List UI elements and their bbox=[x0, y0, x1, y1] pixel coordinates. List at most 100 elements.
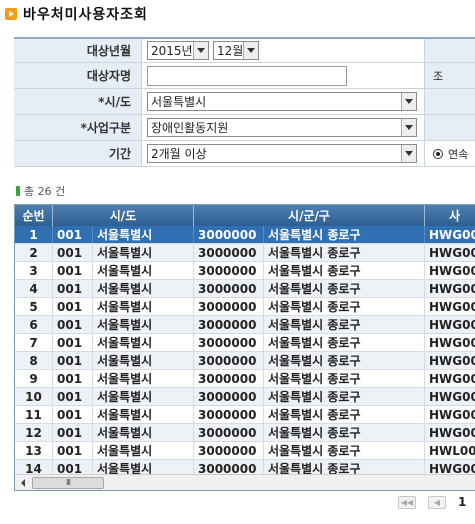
chevron-down-icon[interactable] bbox=[193, 42, 208, 59]
result-count: 총 26 건 bbox=[16, 183, 65, 199]
cell-sigungu-code: 3000000 bbox=[194, 370, 264, 387]
grid-header: 순번 시/도 시/군/구 사 bbox=[15, 205, 475, 226]
name-label: 대상자명 bbox=[14, 63, 142, 88]
current-page-number[interactable]: 1 bbox=[458, 495, 466, 509]
cell-business-code: HWG001 bbox=[425, 298, 475, 315]
cell-business-code: HWG001 bbox=[425, 352, 475, 369]
cell-business-code: HWG001 bbox=[425, 262, 475, 279]
horizontal-scrollbar[interactable]: III bbox=[15, 474, 475, 490]
consecutive-radio-label: 연속 bbox=[448, 147, 469, 161]
cell-sido-name: 서울특별시 bbox=[93, 442, 194, 459]
cell-sido-code: 001 bbox=[53, 334, 93, 351]
form-row-year-month: 대상년월 2015년 12월 bbox=[14, 37, 475, 63]
cell-business-code: HWG001 bbox=[425, 388, 475, 405]
cell-sido-code: 001 bbox=[53, 352, 93, 369]
cell-business-code: HWG001 bbox=[425, 406, 475, 423]
period-select-value: 2개월 이상 bbox=[151, 147, 207, 161]
form-row-name: 대상자명 조 bbox=[14, 63, 475, 89]
year-select-value: 2015년 bbox=[151, 44, 193, 58]
title-arrow-icon bbox=[5, 8, 17, 20]
first-page-button[interactable]: ◀◀ bbox=[398, 495, 416, 509]
business-type-select[interactable]: 장애인활동지원 bbox=[147, 118, 417, 137]
search-button-partial[interactable]: 조 bbox=[425, 63, 475, 88]
cell-sigungu-code: 3000000 bbox=[194, 442, 264, 459]
column-header-sigungu[interactable]: 시/군/구 bbox=[194, 205, 425, 226]
column-header-business[interactable]: 사 bbox=[425, 205, 475, 226]
pagination: ◀◀ ◀ 1 bbox=[398, 495, 466, 509]
table-row[interactable]: 13001서울특별시3000000서울특별시 종로구HWL001 bbox=[15, 442, 475, 460]
form-row-business: *사업구분 장애인활동지원 bbox=[14, 115, 475, 141]
period-label: 기간 bbox=[14, 141, 142, 166]
cell-seq: 13 bbox=[15, 442, 53, 459]
scroll-left-icon[interactable] bbox=[15, 475, 31, 490]
cell-sido-name: 서울특별시 bbox=[93, 262, 194, 279]
column-header-seq[interactable]: 순번 bbox=[15, 205, 53, 226]
radio-selected-icon[interactable] bbox=[433, 148, 443, 159]
sido-select[interactable]: 서울특별시 bbox=[147, 92, 417, 111]
consecutive-radio-option[interactable]: 연속 bbox=[425, 141, 475, 166]
cell-sido-name: 서울특별시 bbox=[93, 244, 194, 261]
cell-seq: 10 bbox=[15, 388, 53, 405]
chevron-down-icon[interactable] bbox=[401, 119, 416, 136]
cell-sigungu-code: 3000000 bbox=[194, 316, 264, 333]
cell-seq: 2 bbox=[15, 244, 53, 261]
results-grid: 순번 시/도 시/군/구 사 1 001 서울특별시 3000000 서울특별시 종로구… bbox=[14, 204, 475, 491]
cell-business-code: HWL001 bbox=[425, 442, 475, 459]
form-extra-cell bbox=[425, 39, 475, 62]
cell-sido-name: 서울특별시 bbox=[93, 370, 194, 387]
cell-sido-code: 001 bbox=[53, 370, 93, 387]
cell-sido-name: 서울특별시 bbox=[93, 424, 194, 441]
table-row[interactable]: 6001서울특별시3000000서울특별시 종로구HWG001 bbox=[15, 316, 475, 334]
table-row[interactable]: 8001서울특별시3000000서울특별시 종로구HWG001 bbox=[15, 352, 475, 370]
chevron-down-icon[interactable] bbox=[243, 42, 258, 59]
cell-sigungu-name: 서울특별시 종로구 bbox=[264, 334, 425, 351]
cell-sigungu-code: 3000000 bbox=[194, 388, 264, 405]
cell-sigungu-name: 서울특별시 종로구 bbox=[264, 298, 425, 315]
prev-page-button[interactable]: ◀ bbox=[428, 495, 446, 509]
cell-business-code: HWG001 bbox=[425, 226, 475, 243]
cell-seq: 3 bbox=[15, 262, 53, 279]
search-form: 대상년월 2015년 12월 대상자명 조 *시/도 서울특별시 *사업구분 장… bbox=[14, 37, 475, 167]
chevron-down-icon[interactable] bbox=[401, 93, 416, 110]
cell-sigungu-code: 3000000 bbox=[194, 406, 264, 423]
cell-sido-code: 001 bbox=[53, 280, 93, 297]
table-row[interactable]: 12001서울특별시3000000서울특별시 종로구HWG001 bbox=[15, 424, 475, 442]
table-row[interactable]: 7001서울특별시3000000서울특별시 종로구HWG001 bbox=[15, 334, 475, 352]
table-row[interactable]: 10001서울특별시3000000서울특별시 종로구HWG001 bbox=[15, 388, 475, 406]
cell-sigungu-code: 3000000 bbox=[194, 352, 264, 369]
cell-business-code: HWG001 bbox=[425, 424, 475, 441]
cell-sigungu-name: 서울특별시 종로구 bbox=[264, 262, 425, 279]
period-select[interactable]: 2개월 이상 bbox=[147, 144, 417, 163]
cell-sigungu-name: 서울특별시 종로구 bbox=[264, 442, 425, 459]
form-extra-cell bbox=[425, 115, 475, 140]
table-row[interactable]: 1001서울특별시3000000서울특별시 종로구HWG001 bbox=[15, 226, 475, 244]
column-header-sido[interactable]: 시/도 bbox=[53, 205, 194, 226]
cell-business-code: HWG001 bbox=[425, 280, 475, 297]
table-row[interactable]: 2001서울특별시3000000서울특별시 종로구HWG001 bbox=[15, 244, 475, 262]
cell-seq: 11 bbox=[15, 406, 53, 423]
cell-sido-name: 서울특별시 bbox=[93, 352, 194, 369]
table-row[interactable]: 4001서울특별시3000000서울특별시 종로구HWG001 bbox=[15, 280, 475, 298]
sido-label: *시/도 bbox=[14, 89, 142, 114]
cell-sigungu-name: 서울특별시 종로구 bbox=[264, 424, 425, 441]
cell-business-code: HWG001 bbox=[425, 334, 475, 351]
table-row[interactable]: 9001서울특별시3000000서울특별시 종로구HWG001 bbox=[15, 370, 475, 388]
cell-sido-name: 서울특별시 bbox=[93, 334, 194, 351]
table-row[interactable]: 11001서울특별시3000000서울특별시 종로구HWG001 bbox=[15, 406, 475, 424]
cell-sigungu-code: 3000000 bbox=[194, 226, 264, 243]
scrollbar-thumb[interactable]: III bbox=[32, 476, 104, 489]
cell-business-code: HWG001 bbox=[425, 316, 475, 333]
month-select[interactable]: 12월 bbox=[213, 41, 259, 60]
cell-sigungu-code: 3000000 bbox=[194, 280, 264, 297]
table-row[interactable]: 3001서울특별시3000000서울특별시 종로구HWG001 bbox=[15, 262, 475, 280]
table-row[interactable]: 5001서울특별시3000000서울특별시 종로구HWG001 bbox=[15, 298, 475, 316]
cell-sigungu-name: 서울특별시 종로구 bbox=[264, 370, 425, 387]
form-extra-cell bbox=[425, 89, 475, 114]
year-select[interactable]: 2015년 bbox=[147, 41, 209, 60]
cell-sigungu-name: 서울특별시 종로구 bbox=[264, 244, 425, 261]
cell-seq: 12 bbox=[15, 424, 53, 441]
chevron-down-icon[interactable] bbox=[401, 145, 416, 162]
cell-business-code: HWG001 bbox=[425, 244, 475, 261]
name-input[interactable] bbox=[147, 65, 347, 86]
cell-sido-name: 서울특별시 bbox=[93, 388, 194, 405]
